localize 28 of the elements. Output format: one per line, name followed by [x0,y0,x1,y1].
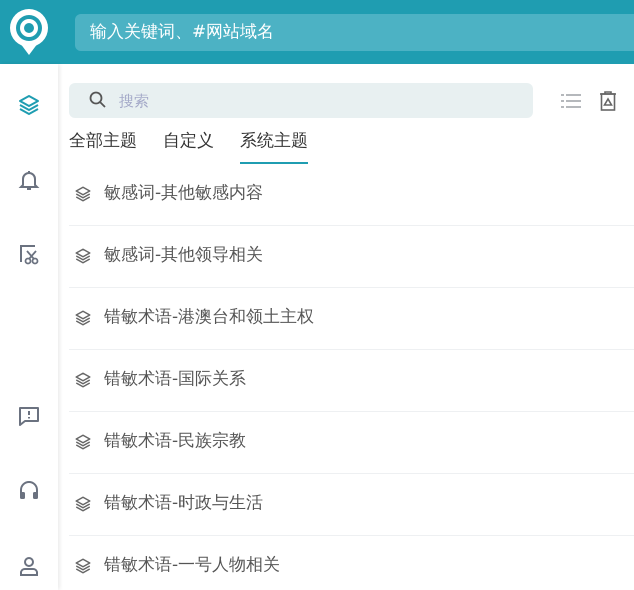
topic-item[interactable]: 错敏术语-港澳台和领土主权 [69,288,634,350]
topic-item[interactable]: 错敏术语-时政与生活 [69,474,634,536]
scissors-icon[interactable] [17,242,41,266]
bell-icon[interactable] [17,168,41,192]
layers-icon [74,309,92,327]
layers-icon [74,247,92,265]
search-icon [89,91,107,109]
logo-icon [8,7,50,57]
tab[interactable]: 系统主题 [240,129,308,164]
tab[interactable]: 全部主题 [69,129,137,164]
topic-item[interactable]: 错敏术语-民族宗教 [69,412,634,474]
topic-item[interactable]: 错敏术语-国际关系 [69,350,634,412]
keyword-search-field[interactable]: 输入关键词、#网站域名 [75,14,634,50]
topic-item[interactable]: 敏感词-其他敏感内容 [69,164,634,226]
layers-icon[interactable] [17,93,41,117]
recycle-bin-icon[interactable] [599,90,617,110]
user-icon[interactable] [17,554,41,578]
layers-icon [74,557,92,575]
topic-item[interactable]: 错敏术语-一号人物相关 [69,536,634,590]
tab[interactable]: 自定义 [163,129,214,164]
search-field[interactable]: 搜索 [69,83,533,118]
layers-icon [74,371,92,389]
layers-icon [74,433,92,451]
layers-icon [74,185,92,203]
message-icon[interactable] [17,404,41,428]
headphones-icon[interactable] [17,478,41,502]
topic-item[interactable]: 敏感词-其他领导相关 [69,226,634,288]
layers-icon [74,495,92,513]
